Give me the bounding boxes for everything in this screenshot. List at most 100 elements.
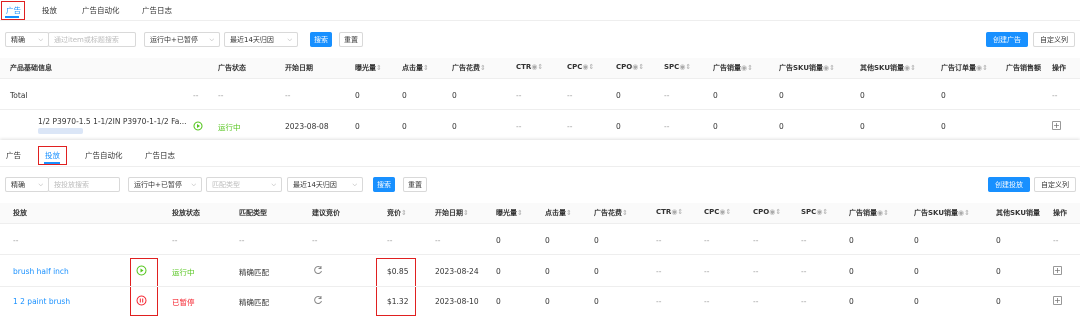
- status-select[interactable]: 运行中+已暂停 ⌵: [128, 177, 202, 192]
- tab-automation[interactable]: 广告自动化: [85, 150, 123, 161]
- status-select[interactable]: 运行中+已暂停 ⌵: [144, 32, 220, 47]
- cell: 0: [594, 267, 599, 276]
- cell: 0: [496, 297, 501, 306]
- create-targeting-button[interactable]: 创建投放: [988, 177, 1030, 192]
- col-action: 操作: [1052, 64, 1066, 72]
- col-spend[interactable]: 广告花费⇕: [594, 208, 628, 218]
- paused-icon[interactable]: [136, 295, 147, 306]
- cell: --: [664, 122, 670, 131]
- targeting-name[interactable]: 1 2 paint brush: [13, 297, 70, 306]
- col-spend[interactable]: 广告花费⇕: [452, 63, 486, 73]
- col-product: 产品基础信息: [10, 64, 52, 72]
- chevron-down-icon: ⌵: [352, 181, 357, 188]
- bid-value[interactable]: $0.85: [387, 267, 408, 276]
- create-ad-button[interactable]: 创建广告: [986, 32, 1028, 47]
- col-clicks[interactable]: 点击量⇕: [545, 208, 572, 218]
- col-cpc[interactable]: CPC◉⇕: [704, 208, 731, 216]
- col-date[interactable]: 开始日期⇕: [435, 208, 469, 218]
- cell: 0: [996, 267, 1001, 276]
- tab-underline: [44, 162, 60, 164]
- match-select[interactable]: 精确 ⌵: [5, 32, 49, 47]
- tab-log[interactable]: 广告日志: [142, 5, 172, 16]
- divider: [0, 78, 1080, 79]
- col-match-type: 匹配类型: [239, 209, 267, 217]
- cell: --: [704, 236, 710, 245]
- custom-columns-button[interactable]: 自定义列: [1033, 32, 1075, 47]
- cell: 0: [849, 267, 854, 276]
- cell: 0: [452, 91, 457, 100]
- col-spc[interactable]: SPC◉⇕: [664, 63, 691, 71]
- cell: --: [567, 122, 573, 131]
- search-button[interactable]: 搜索: [373, 177, 395, 192]
- cell: --: [704, 297, 710, 306]
- search-button[interactable]: 搜索: [310, 32, 332, 47]
- match-type: 精确匹配: [239, 268, 269, 277]
- expand-icon[interactable]: +: [1052, 121, 1061, 130]
- cell: 0: [914, 267, 919, 276]
- cell: 0: [355, 91, 360, 100]
- running-icon: [193, 121, 203, 131]
- col-sales[interactable]: 广告销量◉⇕: [713, 63, 753, 73]
- divider: [0, 109, 1080, 110]
- refresh-icon[interactable]: [313, 295, 323, 305]
- col-targeting: 投放: [13, 209, 27, 217]
- divider: [0, 286, 1080, 287]
- col-cpo[interactable]: CPO◉⇕: [616, 63, 644, 71]
- col-orders[interactable]: 广告订单量◉⇕: [941, 63, 988, 73]
- cell: --: [435, 236, 441, 245]
- tab-automation[interactable]: 广告自动化: [82, 5, 120, 16]
- match-type-select[interactable]: 匹配类型 ⌵: [206, 177, 282, 192]
- expand-icon[interactable]: +: [1053, 266, 1062, 275]
- range-select[interactable]: 最近14天归因 ⌵: [224, 32, 298, 47]
- col-revenue[interactable]: 广告销售额: [1006, 63, 1041, 73]
- search-input[interactable]: 通过item或标题搜索: [48, 32, 136, 47]
- col-cpo[interactable]: CPO◉⇕: [753, 208, 781, 216]
- col-sales[interactable]: 广告销量◉⇕: [849, 208, 889, 218]
- col-sku-sales[interactable]: 广告SKU销量◉⇕: [914, 208, 970, 218]
- divider: [0, 254, 1080, 255]
- cell: 0: [713, 91, 718, 100]
- cell: 0: [594, 236, 599, 245]
- cell: 0: [616, 122, 621, 131]
- cell: --: [172, 236, 178, 245]
- cell: --: [656, 236, 662, 245]
- cell: --: [516, 122, 522, 131]
- refresh-icon[interactable]: [313, 265, 323, 275]
- cell: 0: [941, 122, 946, 131]
- tab-ads[interactable]: 广告: [6, 150, 21, 161]
- blurred-sku: [38, 128, 83, 134]
- bid-value[interactable]: $1.32: [387, 297, 408, 306]
- tab-targeting[interactable]: 投放: [42, 5, 57, 16]
- col-spc[interactable]: SPC◉⇕: [801, 208, 828, 216]
- col-impressions[interactable]: 曝光量⇕: [496, 208, 523, 218]
- chevron-down-icon: ⌵: [287, 36, 292, 43]
- status-text: 运行中: [218, 123, 241, 132]
- col-ctr[interactable]: CTR◉⇕: [516, 63, 543, 71]
- cell: --: [239, 236, 245, 245]
- match-select[interactable]: 精确 ⌵: [5, 177, 49, 192]
- reset-button[interactable]: 重置: [339, 32, 363, 47]
- range-select[interactable]: 最近14天归因 ⌵: [287, 177, 363, 192]
- col-cpc[interactable]: CPC◉⇕: [567, 63, 594, 71]
- cell: --: [801, 297, 807, 306]
- col-clicks[interactable]: 点击量⇕: [402, 63, 429, 73]
- status-text: 已暂停: [172, 298, 195, 307]
- running-icon[interactable]: [136, 265, 147, 276]
- status-text: 运行中: [172, 268, 195, 277]
- col-ctr[interactable]: CTR◉⇕: [656, 208, 683, 216]
- col-impressions[interactable]: 曝光量⇕: [355, 63, 382, 73]
- col-other-sku[interactable]: 其他SKU销量: [996, 208, 1040, 218]
- reset-button[interactable]: 重置: [403, 177, 427, 192]
- product-title[interactable]: 1/2 P3970-1.5 1-1/2IN P3970-1-1/2 Fa...: [38, 117, 186, 126]
- col-bid[interactable]: 竞价⇕: [387, 208, 407, 218]
- search-input[interactable]: 按投放搜索: [48, 177, 120, 192]
- custom-columns-button[interactable]: 自定义列: [1034, 177, 1076, 192]
- expand-icon[interactable]: +: [1053, 296, 1062, 305]
- col-sku-sales[interactable]: 广告SKU销量◉⇕: [779, 63, 835, 73]
- tab-log[interactable]: 广告日志: [145, 150, 175, 161]
- targeting-name[interactable]: brush half inch: [13, 267, 69, 276]
- cell: --: [387, 236, 393, 245]
- cell: 2023-08-10: [435, 297, 479, 306]
- cell: --: [753, 267, 759, 276]
- col-other-sku[interactable]: 其他SKU销量◉⇕: [860, 63, 916, 73]
